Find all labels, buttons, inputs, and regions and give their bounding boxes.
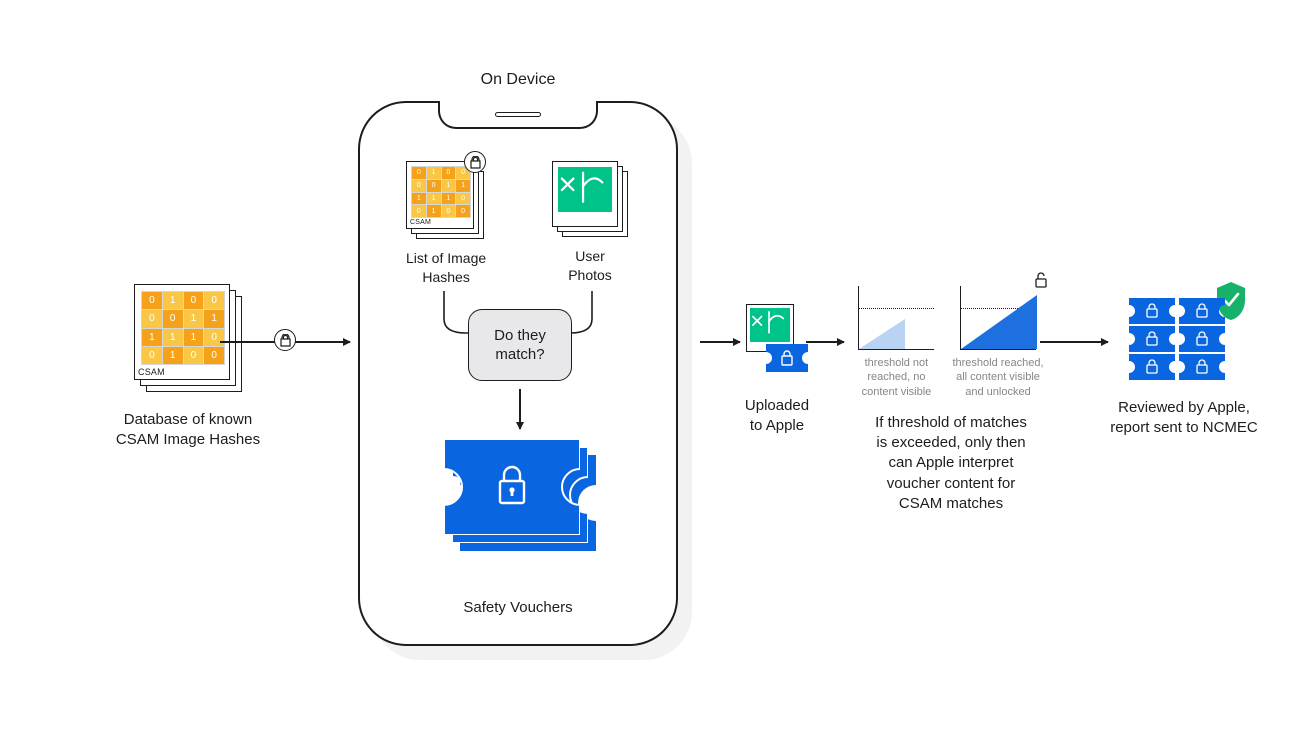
mini-voucher-icon xyxy=(1179,298,1225,329)
phone-outline: On Device 0100001111100100 CSAM List of … xyxy=(358,101,678,646)
phone-notch-icon xyxy=(438,101,598,129)
list-hashes-label: List of Image Hashes xyxy=(406,249,486,287)
user-photos-group: User Photos xyxy=(552,161,628,285)
mini-voucher-icon xyxy=(1129,354,1175,385)
photo-icon xyxy=(750,308,790,342)
csam-hash-stack: 0100001111100100 CSAM xyxy=(134,284,242,392)
mini-voucher-icon xyxy=(1179,354,1225,385)
stage3-label: Uploaded to Apple xyxy=(745,396,809,437)
unlock-icon xyxy=(1034,272,1048,288)
mini-voucher-icon xyxy=(766,344,808,372)
safety-vouchers-stack xyxy=(444,439,596,559)
stage-uploaded: Uploaded to Apple xyxy=(722,304,832,437)
csam-tag: CSAM xyxy=(138,367,165,377)
mini-voucher-icon xyxy=(1129,326,1175,357)
stage4-label: If threshold of matches is exceeded, onl… xyxy=(875,413,1027,514)
stage-reviewed: Reviewed by Apple, report sent to NCMEC xyxy=(1094,294,1274,439)
review-vouchers-icon xyxy=(1129,294,1239,380)
stage5-label: Reviewed by Apple, report sent to NCMEC xyxy=(1110,398,1258,439)
csam-tag: CSAM xyxy=(410,219,431,226)
safety-vouchers-label: Safety Vouchers xyxy=(360,598,676,618)
match-box: Do they match? xyxy=(468,309,572,381)
arrow-upload-to-threshold xyxy=(806,341,844,343)
photo-icon xyxy=(558,167,612,212)
on-device-title: On Device xyxy=(360,71,676,89)
lock-icon xyxy=(464,151,486,173)
stage1-label: Database of known CSAM Image Hashes xyxy=(116,410,260,451)
mini-voucher-icon xyxy=(1129,298,1175,329)
lock-icon xyxy=(274,329,296,351)
csam-grid-icon: 0100001111100100 xyxy=(411,166,471,218)
arrow-match-to-vouchers xyxy=(519,389,521,429)
mini-voucher-icon xyxy=(1179,326,1225,357)
threshold-chart-not-reached xyxy=(858,286,934,350)
stage-threshold: threshold not reached, no content visibl… xyxy=(842,286,1060,514)
csam-grid-icon: 0100001111100100 xyxy=(141,291,225,365)
phone-speaker-icon xyxy=(495,112,541,117)
list-hashes-group: 0100001111100100 CSAM List of Image Hash… xyxy=(406,161,486,287)
threshold-not-label: threshold not reached, no content visibl… xyxy=(862,356,932,399)
user-photos-label: User Photos xyxy=(552,247,628,285)
stage-database: 0100001111100100 CSAM Database of known … xyxy=(78,284,298,451)
threshold-reached-label: threshold reached, all content visible a… xyxy=(952,356,1043,399)
threshold-chart-reached xyxy=(960,286,1036,350)
